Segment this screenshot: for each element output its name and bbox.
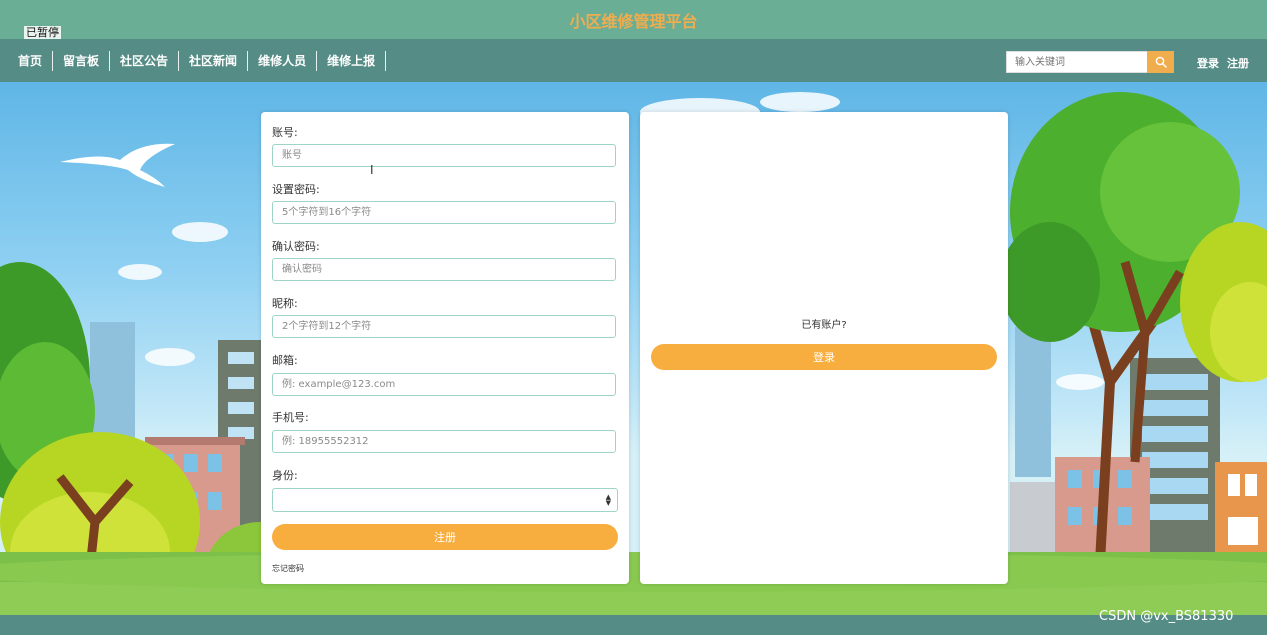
confirm-password-input[interactable]: [272, 258, 616, 281]
register-button[interactable]: 注册: [272, 524, 618, 550]
cartoon-city-scene: [0, 92, 1267, 615]
role-label: 身份:: [272, 469, 298, 482]
paused-badge: 已暂停: [24, 26, 61, 40]
email-input[interactable]: [272, 373, 616, 396]
phone-label: 手机号:: [272, 411, 309, 424]
auth-links: 登录 注册: [1197, 55, 1249, 71]
search-input[interactable]: [1006, 51, 1147, 73]
nav-repair-staff[interactable]: 维修人员: [248, 51, 318, 71]
watermark: CSDN @vx_BS81330: [1099, 609, 1234, 624]
site-title: 小区维修管理平台: [569, 12, 698, 31]
login-button[interactable]: 登录: [651, 344, 997, 370]
forgot-password-link[interactable]: 忘记密码: [272, 563, 304, 574]
email-label: 邮箱:: [272, 354, 298, 367]
text-cursor-icon: I: [370, 163, 374, 177]
phone-input[interactable]: [272, 430, 616, 453]
password-label: 设置密码:: [272, 183, 320, 196]
nav-message-board[interactable]: 留言板: [53, 51, 111, 71]
nav-repair-report[interactable]: 维修上报: [317, 51, 387, 71]
select-arrows-icon: ▲ ▼: [605, 493, 611, 507]
have-account-text: 已有账户?: [801, 320, 847, 331]
login-panel: 已有账户? 登录: [640, 112, 1008, 584]
nickname-input[interactable]: [272, 315, 616, 338]
nav-announcements[interactable]: 社区公告: [110, 51, 180, 71]
account-label: 账号:: [272, 126, 298, 139]
header-login-link[interactable]: 登录: [1197, 55, 1219, 71]
role-select[interactable]: ▲ ▼: [272, 488, 618, 512]
confirm-password-label: 确认密码:: [272, 240, 320, 253]
nickname-label: 昵称:: [272, 297, 298, 310]
account-input[interactable]: [272, 144, 616, 167]
password-input[interactable]: [272, 201, 616, 224]
nav-news[interactable]: 社区新闻: [179, 51, 249, 71]
background-illustration: [0, 82, 1267, 615]
bottom-band: [0, 615, 1267, 635]
header-register-link[interactable]: 注册: [1227, 55, 1249, 71]
search-icon: [1155, 56, 1167, 68]
search-button[interactable]: [1147, 51, 1174, 73]
nav-home[interactable]: 首页: [8, 51, 54, 71]
nav-list: 首页 留言板 社区公告 社区新闻 维修人员 维修上报: [8, 51, 387, 71]
top-header: 小区维修管理平台: [0, 0, 1267, 39]
search-bar: [1006, 51, 1174, 73]
register-form: 账号: 设置密码: 确认密码: 昵称: 邮箱: 手机号: 身份: ▲▼ 注册 忘…: [261, 112, 629, 584]
